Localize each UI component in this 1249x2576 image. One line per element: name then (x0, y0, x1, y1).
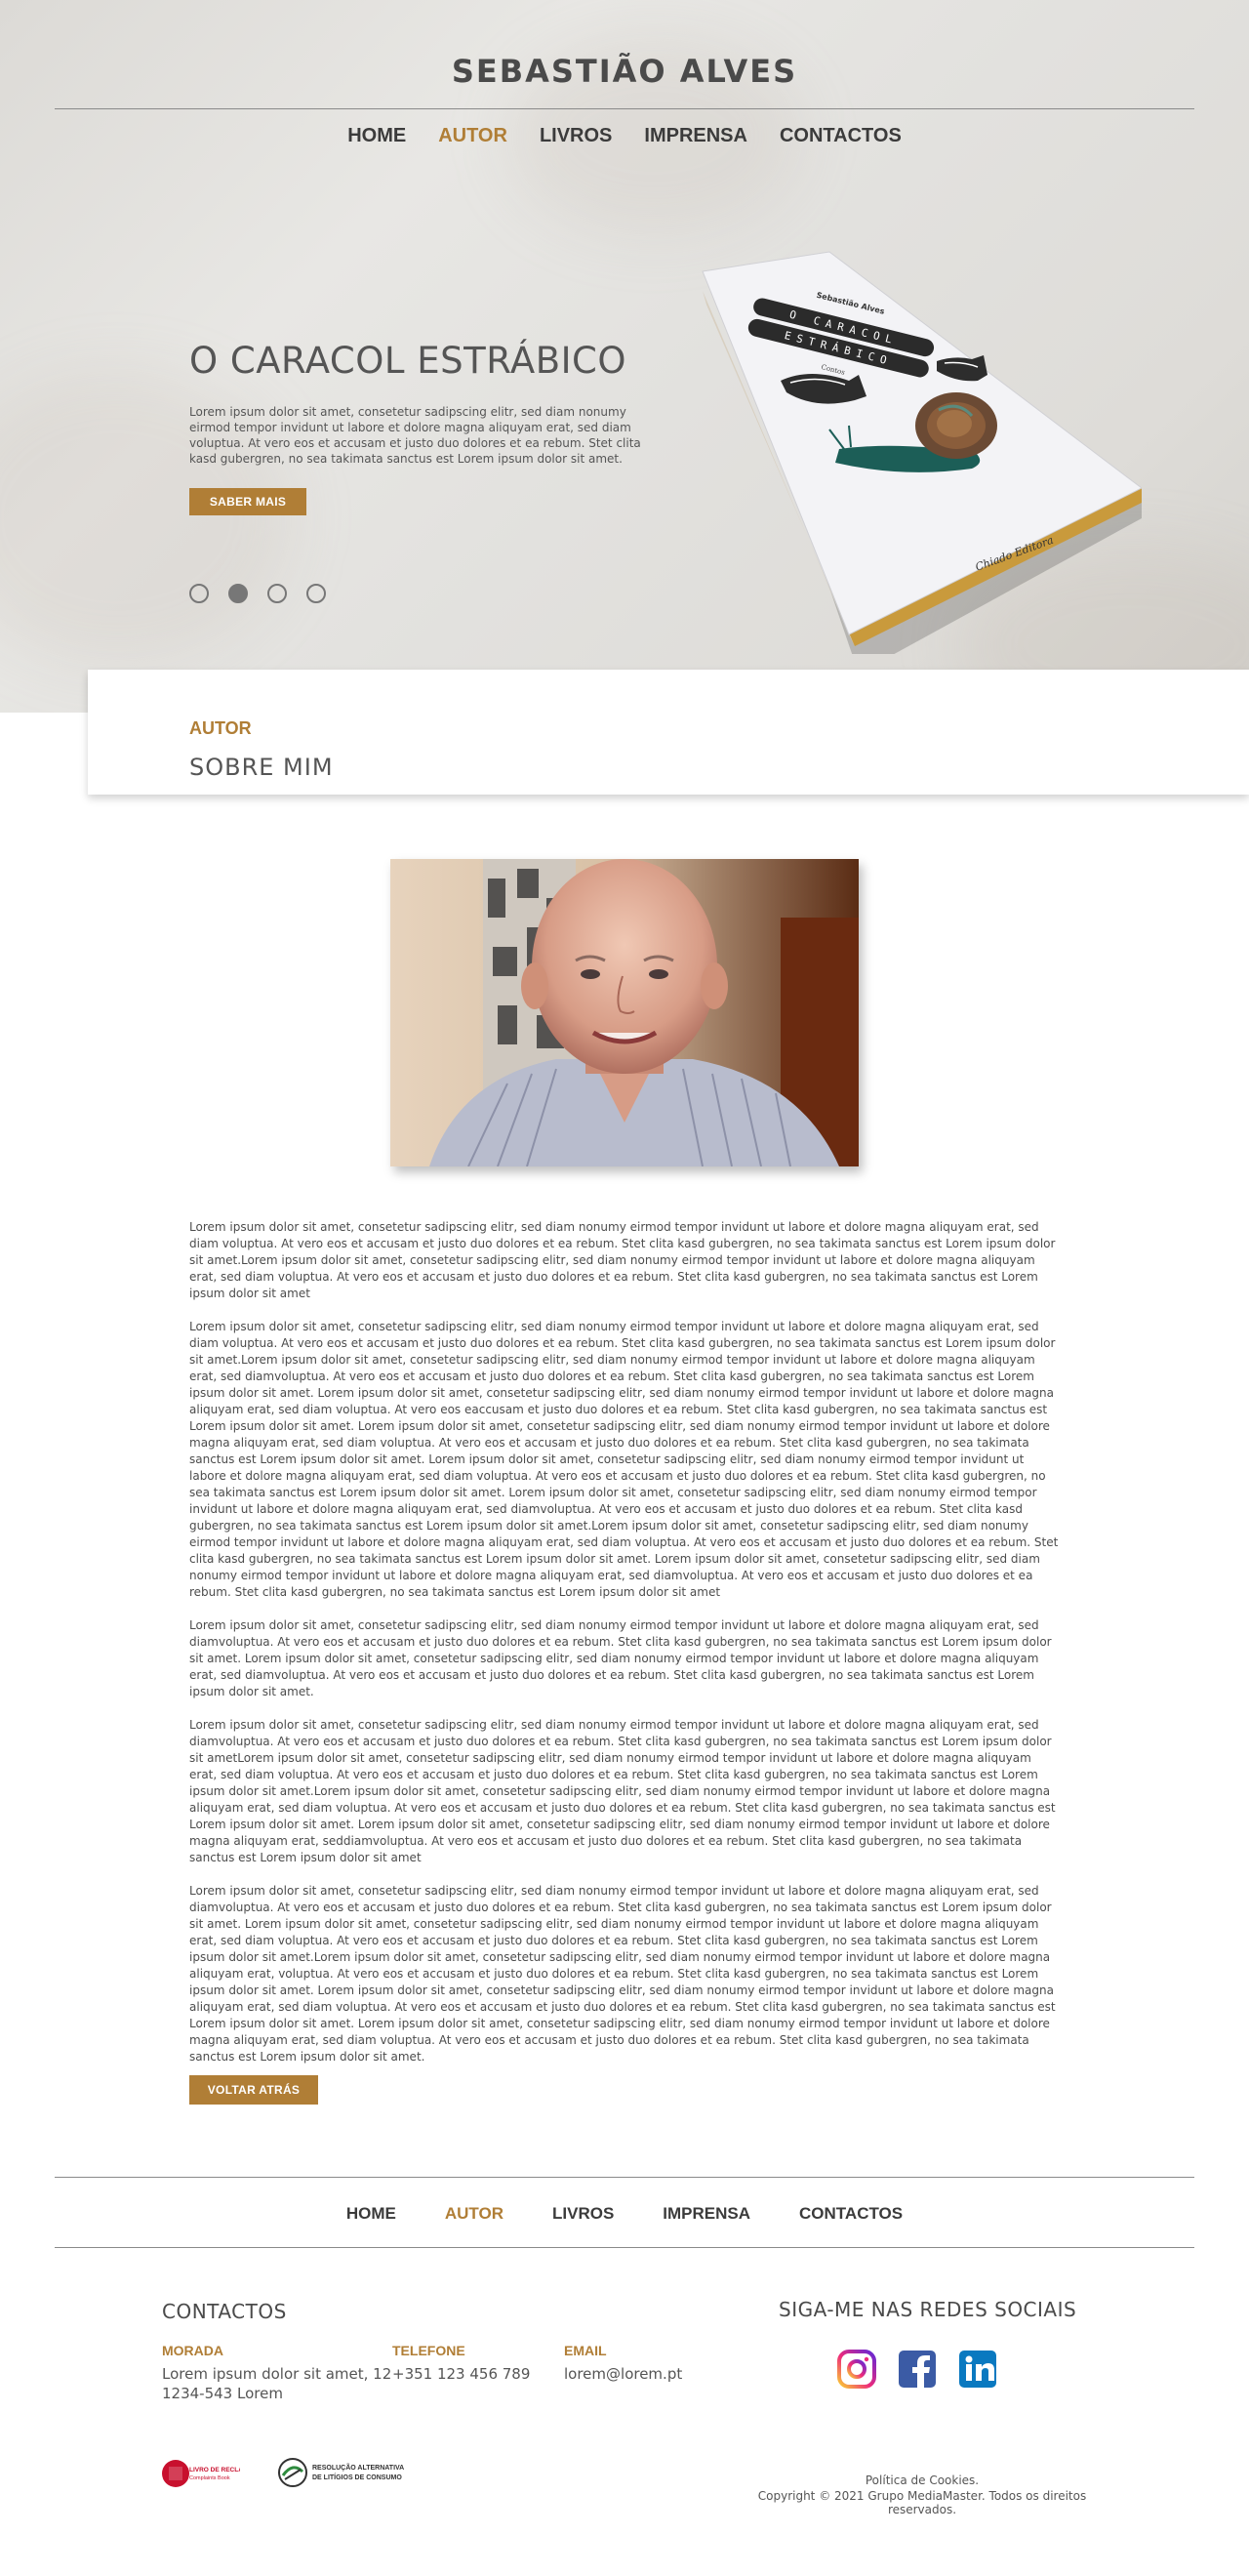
saber-mais-button[interactable]: SABER MAIS (189, 488, 306, 515)
hero-description: Lorem ipsum dolor sit amet, consetetur s… (189, 405, 641, 466)
footer-nav-imprensa[interactable]: IMPRENSA (663, 2204, 750, 2224)
email-value[interactable]: lorem@lorem.pt (564, 2364, 682, 2384)
cookies-link[interactable]: Política de Cookies. (866, 2474, 979, 2487)
copyright-text: Copyright © 2021 Grupo MediaMaster. Todo… (757, 2489, 1087, 2516)
linkedin-icon[interactable] (958, 2350, 997, 2389)
author-photo (390, 859, 859, 1166)
legal-block: Política de Cookies. Copyright © 2021 Gr… (732, 2474, 1112, 2516)
footer-nav-contactos[interactable]: CONTACTOS (799, 2204, 903, 2224)
nav-item-imprensa[interactable]: IMPRENSA (644, 125, 747, 147)
nav-item-contactos[interactable]: CONTACTOS (780, 125, 902, 147)
telefone-label: TELEFONE (392, 2343, 465, 2358)
footer-divider-top (55, 2177, 1194, 2178)
slider-dot-3[interactable] (267, 584, 287, 603)
bio-paragraph: Lorem ipsum dolor sit amet, consetetur s… (189, 1718, 1056, 1864)
morada-line1: Lorem ipsum dolor sit amet, 12 (162, 2365, 392, 2383)
complaints-book-text: LIVRO DE RECLAMAÇÕES (189, 2465, 240, 2474)
section-title: SOBRE MIM (189, 754, 334, 781)
hero-title: O CARACOL ESTRÁBICO (189, 340, 626, 382)
facebook-icon[interactable] (898, 2350, 937, 2389)
email-label: EMAIL (564, 2343, 607, 2358)
slider-dot-1[interactable] (189, 584, 209, 603)
social-heading: SIGA-ME NAS REDES SOCIAIS (779, 2298, 1077, 2321)
footer-nav: HOME AUTOR LIVROS IMPRENSA CONTACTOS (0, 2204, 1249, 2224)
bio-paragraph: Lorem ipsum dolor sit amet, consetetur s… (189, 1320, 1059, 1599)
ral-line2: DE LITÍGIOS DE CONSUMO (312, 2473, 402, 2481)
telefone-value[interactable]: +351 123 456 789 (392, 2364, 530, 2384)
instagram-icon[interactable] (837, 2350, 876, 2389)
slider-dot-2[interactable] (228, 584, 248, 603)
site-title[interactable]: SEBASTIÃO ALVES (0, 53, 1249, 90)
morada-line2: 1234-543 Lorem (162, 2385, 283, 2402)
nav-item-home[interactable]: HOME (347, 125, 406, 147)
footer-nav-autor[interactable]: AUTOR (445, 2204, 504, 2224)
slider-dots (189, 584, 326, 603)
complaints-book-badge[interactable]: LIVRO DE RECLAMAÇÕES Complaints Book (162, 2458, 271, 2489)
bio-paragraph: Lorem ipsum dolor sit amet, consetetur s… (189, 1884, 1056, 2064)
book-cover-image[interactable]: Sebastião Alves O CARACOL ESTRÁBICO Cont… (683, 244, 1142, 654)
hero-banner: SEBASTIÃO ALVES HOME AUTOR LIVROS IMPREN… (0, 0, 1249, 713)
section-header-card: AUTOR SOBRE MIM (88, 670, 1249, 795)
contacts-heading: CONTACTOS (162, 2300, 287, 2323)
nav-item-livros[interactable]: LIVROS (540, 125, 612, 147)
footer-divider-bottom (55, 2247, 1194, 2248)
nav-item-autor[interactable]: AUTOR (438, 125, 507, 147)
main-nav: HOME AUTOR LIVROS IMPRENSA CONTACTOS (0, 125, 1249, 147)
header-divider (55, 108, 1194, 109)
ral-line1: RESOLUÇÃO ALTERNATIVA (312, 2463, 404, 2472)
section-eyebrow: AUTOR (189, 718, 252, 738)
slider-dot-4[interactable] (306, 584, 326, 603)
bio-paragraph: Lorem ipsum dolor sit amet, consetetur s… (189, 1220, 1056, 1300)
back-button[interactable]: VOLTAR ATRÁS (189, 2075, 318, 2105)
bio-text: Lorem ipsum dolor sit amet, consetetur s… (189, 1219, 1060, 2082)
bio-paragraph: Lorem ipsum dolor sit amet, consetetur s… (189, 1618, 1052, 1698)
complaints-book-sub: Complaints Book (189, 2475, 230, 2481)
footer-nav-home[interactable]: HOME (346, 2204, 396, 2224)
ral-badge[interactable]: RESOLUÇÃO ALTERNATIVA DE LITÍGIOS DE CON… (277, 2456, 404, 2489)
footer-nav-livros[interactable]: LIVROS (552, 2204, 614, 2224)
morada-label: MORADA (162, 2343, 223, 2358)
